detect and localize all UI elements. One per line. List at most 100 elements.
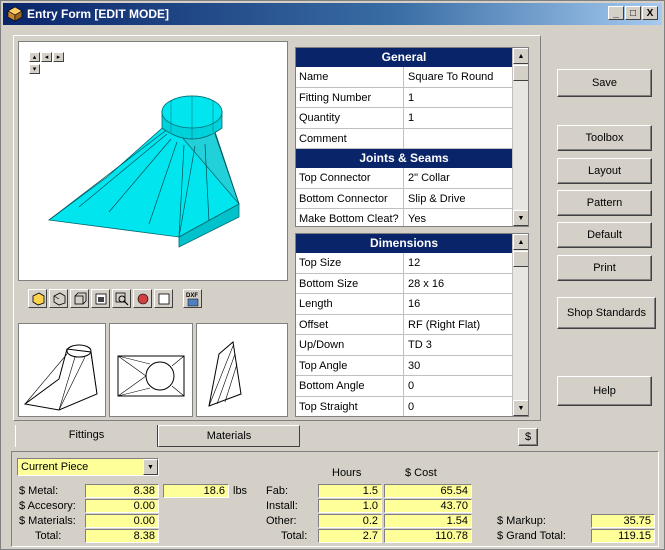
grid-row[interactable]: Bottom Angle 0 bbox=[296, 376, 512, 397]
total-hours[interactable]: 2.7 bbox=[318, 529, 382, 543]
total-label: Total: bbox=[35, 530, 62, 542]
row-value[interactable]: 0 bbox=[404, 397, 512, 417]
row-key: Top Size bbox=[296, 253, 404, 273]
row-key: Top Connector bbox=[296, 168, 404, 188]
row-value[interactable]: 28 x 16 bbox=[404, 274, 512, 294]
iso-view-icon[interactable] bbox=[70, 289, 89, 308]
front-view-icon[interactable] bbox=[91, 289, 110, 308]
flat-view-icon[interactable] bbox=[154, 289, 173, 308]
thumbnail-side[interactable] bbox=[196, 323, 288, 417]
scroll-thumb[interactable] bbox=[513, 65, 528, 81]
scroll-down-icon[interactable]: ▼ bbox=[513, 400, 528, 416]
row-value[interactable]: RF (Right Flat) bbox=[404, 315, 512, 335]
hours-header: Hours bbox=[332, 467, 362, 479]
cost-header: $ Cost bbox=[405, 467, 437, 479]
install-cost[interactable]: 43.70 bbox=[384, 499, 472, 513]
view-toolbar: DXF bbox=[28, 289, 204, 311]
fab-hours[interactable]: 1.5 bbox=[318, 484, 382, 498]
grid-row[interactable]: Up/Down TD 3 bbox=[296, 335, 512, 356]
markup-value[interactable]: 35.75 bbox=[591, 514, 655, 528]
dimensions-scrollbar[interactable]: ▲ ▼ bbox=[512, 234, 528, 416]
default-button[interactable]: Default bbox=[557, 222, 652, 248]
fitting-3d-preview[interactable]: ▴ ◂ ▸ ▾ bbox=[18, 41, 288, 281]
scroll-down-icon[interactable]: ▼ bbox=[513, 210, 528, 226]
fab-cost[interactable]: 65.54 bbox=[384, 484, 472, 498]
scroll-up-icon[interactable]: ▲ bbox=[513, 234, 528, 250]
grid-row[interactable]: Bottom Size 28 x 16 bbox=[296, 273, 512, 294]
shop-standards-button[interactable]: Shop Standards bbox=[557, 297, 656, 329]
scroll-up-icon[interactable]: ▲ bbox=[513, 48, 528, 64]
row-value[interactable]: Yes bbox=[404, 209, 512, 226]
grid-row[interactable]: Length 16 bbox=[296, 294, 512, 315]
layout-button[interactable]: Layout bbox=[557, 158, 652, 184]
other-cost[interactable]: 1.54 bbox=[384, 514, 472, 528]
joints-seams-header: Joints & Seams bbox=[296, 149, 512, 168]
row-value[interactable]: 0 bbox=[404, 376, 512, 396]
row-value[interactable]: 30 bbox=[404, 356, 512, 376]
materials-value[interactable]: 0.00 bbox=[85, 514, 159, 528]
chevron-down-icon[interactable]: ▼ bbox=[143, 459, 158, 475]
grid-row[interactable]: Make Bottom Cleat? Yes bbox=[296, 209, 512, 226]
grid-row[interactable]: Top Angle 30 bbox=[296, 355, 512, 376]
row-value[interactable]: 1 bbox=[404, 88, 512, 108]
row-value[interactable]: TD 3 bbox=[404, 335, 512, 355]
minimize-button[interactable]: _ bbox=[608, 6, 624, 20]
install-hours[interactable]: 1.0 bbox=[318, 499, 382, 513]
accessory-value[interactable]: 0.00 bbox=[85, 499, 159, 513]
toolbox-button[interactable]: Toolbox bbox=[557, 125, 652, 151]
general-grid[interactable]: General Name Square To Round Fitting Numb… bbox=[295, 47, 529, 227]
row-key: Quantity bbox=[296, 108, 404, 128]
tab-materials[interactable]: Materials bbox=[158, 425, 300, 447]
piece-select[interactable]: Current Piece ▼ bbox=[17, 458, 159, 476]
metal-value[interactable]: 8.38 bbox=[85, 484, 159, 498]
total-value[interactable]: 8.38 bbox=[85, 529, 159, 543]
thumbnail-top[interactable] bbox=[109, 323, 193, 417]
grid-row[interactable]: Top Connector 2" Collar bbox=[296, 168, 512, 189]
tab-fittings[interactable]: Fittings bbox=[15, 425, 158, 447]
scroll-thumb[interactable] bbox=[513, 251, 528, 267]
grid-row[interactable]: Name Square To Round bbox=[296, 67, 512, 88]
grid-row[interactable]: Bottom Connector Slip & Drive bbox=[296, 188, 512, 209]
other-hours[interactable]: 0.2 bbox=[318, 514, 382, 528]
pattern-button[interactable]: Pattern bbox=[557, 190, 652, 216]
row-key: Fitting Number bbox=[296, 87, 404, 107]
grid-row[interactable]: Top Size 12 bbox=[296, 253, 512, 274]
grid-row[interactable]: Fitting Number 1 bbox=[296, 87, 512, 108]
dimensions-header: Dimensions bbox=[296, 234, 512, 253]
general-scrollbar[interactable]: ▲ ▼ bbox=[512, 48, 528, 226]
wire-view-icon[interactable] bbox=[49, 289, 68, 308]
weight-unit: lbs bbox=[233, 485, 248, 497]
zoom-view-icon[interactable] bbox=[112, 289, 131, 308]
row-value[interactable] bbox=[404, 129, 512, 149]
grid-row[interactable]: Offset RF (Right Flat) bbox=[296, 314, 512, 335]
row-key: Offset bbox=[296, 314, 404, 334]
row-value[interactable]: 2" Collar bbox=[404, 168, 512, 188]
weight-value[interactable]: 18.6 bbox=[163, 484, 229, 498]
grid-row[interactable]: Quantity 1 bbox=[296, 108, 512, 129]
close-button[interactable]: X bbox=[642, 6, 658, 20]
total-cost[interactable]: 110.78 bbox=[384, 529, 472, 543]
row-key: Comment bbox=[296, 128, 404, 148]
row-value[interactable]: 1 bbox=[404, 108, 512, 128]
solid-view-icon[interactable] bbox=[28, 289, 47, 308]
row-value[interactable]: Square To Round bbox=[404, 67, 512, 87]
row-value[interactable]: 12 bbox=[404, 253, 512, 273]
shade-view-icon[interactable] bbox=[133, 289, 152, 308]
row-key: Top Straight bbox=[296, 396, 404, 416]
thumbnail-iso[interactable] bbox=[18, 323, 106, 417]
title-bar[interactable]: Entry Form [EDIT MODE] _ □ X bbox=[3, 3, 662, 25]
grand-total-value[interactable]: 119.15 bbox=[591, 529, 655, 543]
cost-tab-button[interactable]: $ bbox=[518, 428, 538, 446]
grid-row[interactable]: Comment bbox=[296, 128, 512, 149]
fab-label: Fab: bbox=[266, 485, 289, 497]
maximize-button[interactable]: □ bbox=[625, 6, 641, 20]
dxf-export-icon[interactable]: DXF bbox=[183, 289, 202, 308]
grid-row[interactable]: Top Straight 0 bbox=[296, 396, 512, 417]
print-button[interactable]: Print bbox=[557, 255, 652, 281]
row-value[interactable]: 16 bbox=[404, 294, 512, 314]
help-button[interactable]: Help bbox=[557, 376, 652, 406]
row-value[interactable]: Slip & Drive bbox=[404, 189, 512, 209]
window-title: Entry Form [EDIT MODE] bbox=[27, 7, 170, 21]
dimensions-grid[interactable]: Dimensions Top Size 12 Bottom Size 28 x 16… bbox=[295, 233, 529, 417]
save-button[interactable]: Save bbox=[557, 69, 652, 97]
